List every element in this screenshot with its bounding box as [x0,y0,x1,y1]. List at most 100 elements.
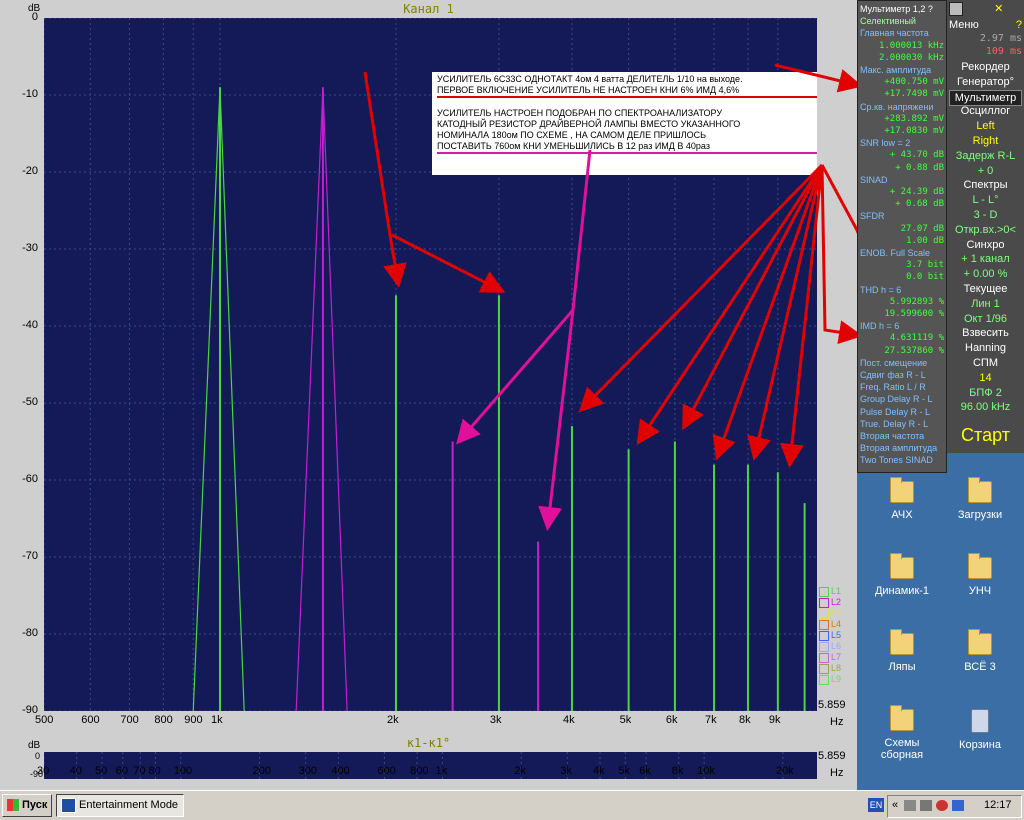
multimeter-row[interactable]: IMD h = 6 [860,321,944,332]
multimeter-row[interactable]: Селективный [860,16,944,27]
app-icon[interactable] [949,2,963,16]
multimeter-row: + 0.68 dB [895,199,944,210]
legend-item[interactable]: L1 [817,586,857,597]
multimeter-row: + 43.70 dB [889,150,944,161]
menu-item[interactable]: + 0 [949,164,1022,178]
menu-item[interactable]: 14 [949,371,1022,385]
menu-item[interactable]: Рекордер [949,60,1022,74]
start-label: Пуск [22,799,48,811]
menu-item[interactable]: Лин 1 [949,297,1022,311]
x-tick-label: 6k [665,714,678,726]
tray-expand-icon[interactable]: « [892,799,898,811]
desktop-icon-label: Корзина [959,739,1001,751]
start-button[interactable]: Старт [949,424,1022,446]
menu-item[interactable]: Откр.вх.>0< [949,223,1022,237]
task-label: Entertainment Mode [79,799,179,811]
opera-icon[interactable] [936,800,948,811]
legend-item[interactable]: L6 [817,641,857,652]
help-icon[interactable]: ✕ [994,3,1003,15]
legend-item[interactable]: L9 [817,674,857,685]
menu-item[interactable]: Синхро [949,238,1022,252]
multimeter-row[interactable]: Freq. Ratio L / R [860,382,944,393]
legend-item[interactable]: L3 [817,608,857,619]
desktop-icon[interactable]: Ляпы [862,625,942,673]
y-tick-label: -70 [22,550,38,562]
legend-swatch [819,674,829,685]
network-icon[interactable] [904,800,916,811]
multimeter-row[interactable]: THD h = 6 [860,285,944,296]
volume-icon[interactable] [920,800,932,811]
desktop-icon[interactable]: Динамик-1 [862,549,942,597]
menu-item[interactable]: Спектры [949,178,1022,192]
menu-item[interactable]: Взвесить [949,326,1022,340]
multimeter-row[interactable]: SINAD [860,175,944,186]
multimeter-row[interactable]: Two Tones SINAD [860,455,944,466]
desktop-icon[interactable]: Схемы сборная [862,701,942,761]
menu-item[interactable]: + 1 канал [949,252,1022,266]
multimeter-row[interactable]: Главная частота [860,28,944,39]
multimeter-row: 4.631119 % [889,333,944,344]
system-tray: « 12:17 [887,795,1022,818]
x-tick-label: 700 [120,714,139,726]
menu-item[interactable]: Текущее [949,282,1022,296]
annotation-line: УСИЛИТЕЛЬ 6С33С ОДНОТАКТ 4ом 4 ватта ДЕЛ… [437,74,743,84]
multimeter-row[interactable]: Пост. смещение [860,358,944,369]
desktop-icon[interactable]: Корзина [940,701,1020,751]
desktop-icon[interactable]: ВСЁ 3 [940,625,1020,673]
legend-label: L1 [831,586,842,596]
sub-x-tick-label: 600 [377,765,396,777]
language-indicator[interactable]: EN [868,798,884,812]
menu-item[interactable]: СПМ [949,356,1022,370]
start-menu-button[interactable]: Пуск [2,794,52,817]
spectrum-plot[interactable]: УСИЛИТЕЛЬ 6С33С ОДНОТАКТ 4ом 4 ватта ДЕЛ… [44,18,817,711]
menu-item[interactable]: 96.00 kHz [949,400,1022,414]
menu-item[interactable]: Right [949,134,1022,148]
menu-item[interactable]: Осциллог [949,104,1022,118]
multimeter-row[interactable]: Макс. амплитуда [860,65,944,76]
desktop-icon-label: Ляпы [888,661,916,673]
multimeter-row: + 24.39 dB [889,187,944,197]
menu-help[interactable]: ? [949,18,1022,32]
x-tick-label: 7k [705,714,717,726]
menu-item[interactable]: БПФ 2 [949,386,1022,400]
legend-swatch [819,630,829,641]
annotation-box: УСИЛИТЕЛЬ 6С33С ОДНОТАКТ 4ом 4 ватта ДЕЛ… [432,72,817,175]
flag-icon[interactable] [952,800,964,811]
menu-item[interactable]: Мультиметр [949,89,1022,106]
multimeter-row[interactable]: SNR low = 2 [860,138,944,149]
multimeter-row[interactable]: Ср.кв. напряжени [860,102,944,113]
y-tick-label: -90 [22,704,38,716]
legend-item[interactable]: L7 [817,652,857,663]
multimeter-row[interactable]: SFDR [860,211,944,222]
menu-item[interactable]: Hanning [949,341,1022,355]
sub-x-tick-label: 200 [252,765,271,777]
multimeter-row[interactable]: True. Delay R - L [860,419,944,430]
menu-item[interactable]: 3 - D [949,208,1022,222]
multimeter-row[interactable]: ENOB. Full Scale [860,248,944,259]
menu-item[interactable]: Генератор° [949,75,1022,89]
multimeter-row[interactable]: Мультиметр 1,2 ? [860,4,944,15]
legend-item[interactable]: L4 [817,619,857,630]
menu-item[interactable]: + 0.00 % [949,267,1022,281]
menu-item[interactable]: Задерж R-L [949,149,1022,163]
menu-item[interactable]: L - L° [949,193,1022,207]
x-tick-label: 500 [35,714,54,726]
desktop-icon[interactable]: УНЧ [940,549,1020,597]
desktop-icon[interactable]: Загрузки [940,473,1020,521]
multimeter-row[interactable]: Вторая амплитуда [860,443,944,454]
menu-item[interactable]: Окт 1/96 [949,312,1022,326]
legend-item[interactable]: L2 [817,597,857,608]
multimeter-row[interactable]: Вторая частота [860,431,944,442]
legend-item[interactable]: L8 [817,663,857,674]
menu-item[interactable]: Left [949,119,1022,133]
x-tick-label: 900 [184,714,203,726]
multimeter-row[interactable]: Сдвиг фаз R - L [860,370,944,381]
legend-item[interactable]: L5 [817,630,857,641]
multimeter-row: 3.7 bit [906,260,944,271]
desktop-icon-label: УНЧ [968,585,992,597]
folder-icon [968,553,992,579]
multimeter-row[interactable]: Pulse Delay R - L [860,407,944,418]
task-button-entertainment[interactable]: Entertainment Mode [56,794,184,817]
desktop-icon[interactable]: АЧХ [862,473,942,521]
multimeter-row[interactable]: Group Delay R - L [860,394,944,405]
